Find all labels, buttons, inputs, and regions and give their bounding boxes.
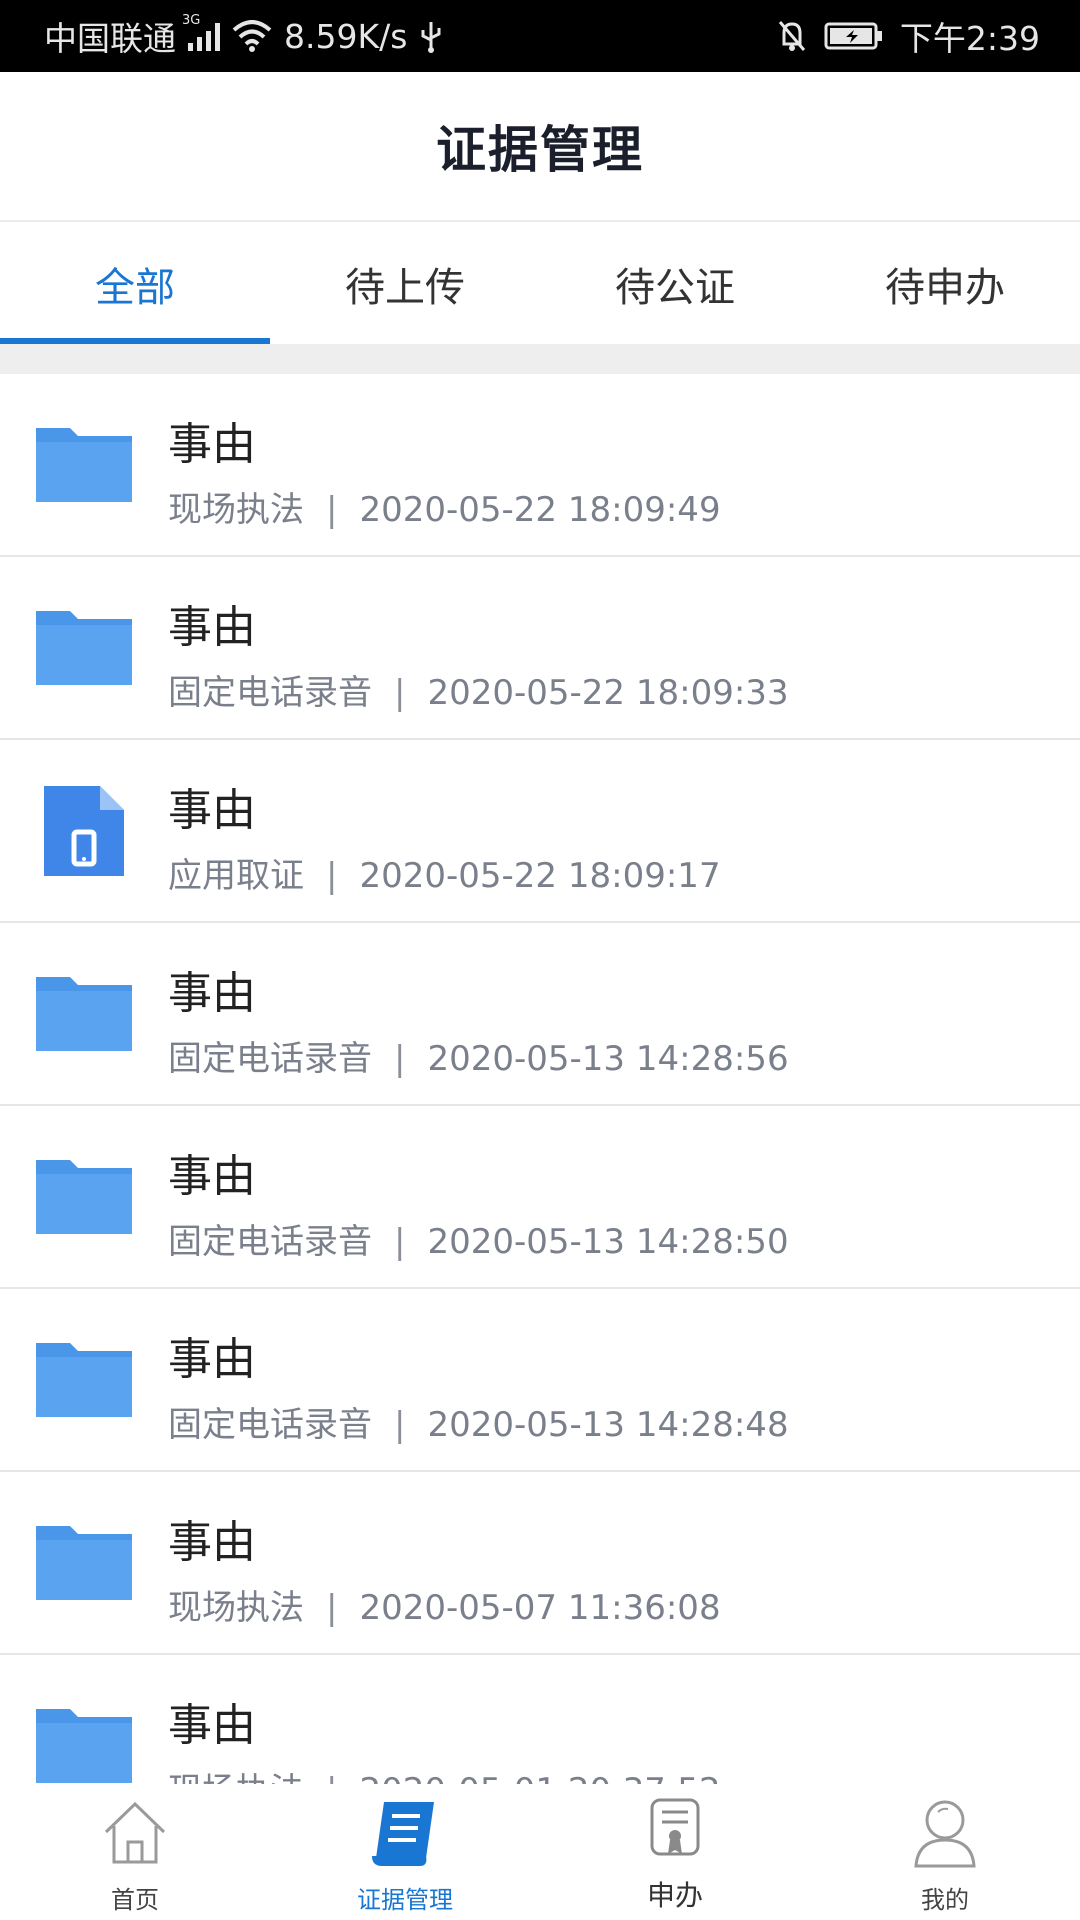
evidence-title: 事由 xyxy=(168,1700,256,1751)
evidence-row[interactable]: 事由固定电话录音 | 2020-05-13 14:28:48 xyxy=(0,1289,1080,1472)
evidence-type: 现场执法 xyxy=(168,1771,304,1784)
evidence-row[interactable]: 事由固定电话录音 | 2020-05-13 14:28:50 xyxy=(0,1106,1080,1289)
evidence-title: 事由 xyxy=(168,1151,256,1202)
bell-off-icon xyxy=(776,18,808,54)
evidence-time: 2020-05-13 14:28:48 xyxy=(427,1405,789,1445)
evidence-title: 事由 xyxy=(168,1517,256,1568)
signal-icon: 3G xyxy=(182,13,220,51)
bottom-nav: 首页 证据管理 申办 我的 xyxy=(0,1784,1080,1920)
scroll-icon xyxy=(372,1802,434,1866)
separator: | xyxy=(394,673,406,713)
evidence-type: 现场执法 xyxy=(168,1588,304,1628)
network-speed: 8.59K/s xyxy=(284,16,408,56)
evidence-type: 固定电话录音 xyxy=(168,1405,372,1445)
nav-evidence-label: 证据管理 xyxy=(357,1886,453,1914)
evidence-time: 2020-05-07 11:36:08 xyxy=(359,1588,721,1628)
folder-icon xyxy=(34,414,134,514)
folder-icon xyxy=(34,597,134,697)
evidence-row[interactable]: 事由应用取证 | 2020-05-22 18:09:17 xyxy=(0,740,1080,923)
separator: | xyxy=(394,1405,406,1445)
section-divider xyxy=(0,344,1080,374)
folder-icon xyxy=(34,963,134,1063)
evidence-title: 事由 xyxy=(168,968,256,1019)
carrier-label: 中国联通 xyxy=(44,19,176,58)
evidence-meta: 现场执法 | 2020-05-22 18:09:49 xyxy=(168,482,721,531)
separator: | xyxy=(326,1771,337,1784)
evidence-meta: 现场执法 | 2020-05-01 20:37:52 xyxy=(168,1763,721,1784)
page-title: 证据管理 xyxy=(436,121,644,179)
nav-home-label: 首页 xyxy=(111,1886,159,1914)
certificate-icon xyxy=(650,1798,700,1856)
phone-file-icon xyxy=(34,780,134,880)
evidence-time: 2020-05-13 14:28:50 xyxy=(427,1222,789,1262)
evidence-meta: 现场执法 | 2020-05-07 11:36:08 xyxy=(168,1580,721,1629)
evidence-type: 固定电话录音 xyxy=(168,1222,372,1262)
nav-evidence[interactable]: 证据管理 xyxy=(270,1784,540,1920)
folder-icon xyxy=(34,1695,134,1784)
nav-mine[interactable]: 我的 xyxy=(810,1784,1080,1920)
evidence-meta: 固定电话录音 | 2020-05-13 14:28:50 xyxy=(168,1214,789,1263)
folder-icon xyxy=(34,1512,134,1612)
nav-mine-label: 我的 xyxy=(921,1886,969,1914)
folder-icon xyxy=(34,1329,134,1429)
evidence-row[interactable]: 事由现场执法 | 2020-05-22 18:09:49 xyxy=(0,374,1080,557)
evidence-title: 事由 xyxy=(168,785,256,836)
battery-charging-icon xyxy=(824,21,884,51)
evidence-row[interactable]: 事由固定电话录音 | 2020-05-22 18:09:33 xyxy=(0,557,1080,740)
separator: | xyxy=(394,1039,406,1079)
clock: 下午2:39 xyxy=(899,19,1040,58)
nav-home[interactable]: 首页 xyxy=(0,1784,270,1920)
evidence-meta: 固定电话录音 | 2020-05-13 14:28:48 xyxy=(168,1397,789,1446)
evidence-time: 2020-05-13 14:28:56 xyxy=(427,1039,789,1079)
tab-pending-application[interactable]: 待申办 xyxy=(810,224,1080,344)
usb-icon xyxy=(419,18,443,54)
evidence-title: 事由 xyxy=(168,602,256,653)
separator: | xyxy=(326,856,338,896)
separator: | xyxy=(394,1222,406,1262)
evidence-meta: 固定电话录音 | 2020-05-13 14:28:56 xyxy=(168,1031,789,1080)
nav-apply-label: 申办 xyxy=(646,1879,703,1912)
app-header: 证据管理 xyxy=(0,72,1080,222)
separator: | xyxy=(326,490,338,530)
evidence-type: 固定电话录音 xyxy=(168,673,372,713)
evidence-time: 2020-05-22 18:09:33 xyxy=(427,673,789,713)
evidence-row[interactable]: 事由现场执法 | 2020-05-07 11:36:08 xyxy=(0,1472,1080,1655)
evidence-type: 固定电话录音 xyxy=(168,1039,372,1079)
evidence-meta: 应用取证 | 2020-05-22 18:09:17 xyxy=(168,848,721,897)
status-bar: 中国联通 3G 8.59K/s 下午2:39 xyxy=(0,0,1080,72)
home-icon xyxy=(104,1801,166,1864)
evidence-list: 事由 现场执法 | 2020-05-22 18:09:49 事由 固定电话录音 | 2020-… xyxy=(0,374,1080,1784)
evidence-time: 2020-05-22 18:09:49 xyxy=(359,490,721,530)
tab-bar: 全部 待上传 待公证 待申办 xyxy=(0,224,1080,344)
evidence-time: 2020-05-01 20:37:52 xyxy=(359,1771,720,1784)
tab-all[interactable]: 全部 xyxy=(0,224,270,344)
evidence-row[interactable]: 事由固定电话录音 | 2020-05-13 14:28:56 xyxy=(0,923,1080,1106)
wifi-icon xyxy=(232,20,272,52)
evidence-row[interactable]: 事由现场执法 | 2020-05-01 20:37:52 xyxy=(0,1655,1080,1784)
evidence-title: 事由 xyxy=(168,419,256,470)
evidence-type: 应用取证 xyxy=(168,856,304,896)
evidence-time: 2020-05-22 18:09:17 xyxy=(359,856,721,896)
separator: | xyxy=(326,1588,338,1628)
nav-apply[interactable]: 申办 xyxy=(540,1784,810,1920)
tab-pending-upload[interactable]: 待上传 xyxy=(270,224,540,344)
user-icon xyxy=(914,1800,976,1868)
evidence-meta: 固定电话录音 | 2020-05-22 18:09:33 xyxy=(168,665,789,714)
tab-pending-notarization[interactable]: 待公证 xyxy=(540,224,810,344)
evidence-type: 现场执法 xyxy=(168,490,304,530)
evidence-title: 事由 xyxy=(168,1334,256,1385)
folder-icon xyxy=(34,1146,134,1246)
